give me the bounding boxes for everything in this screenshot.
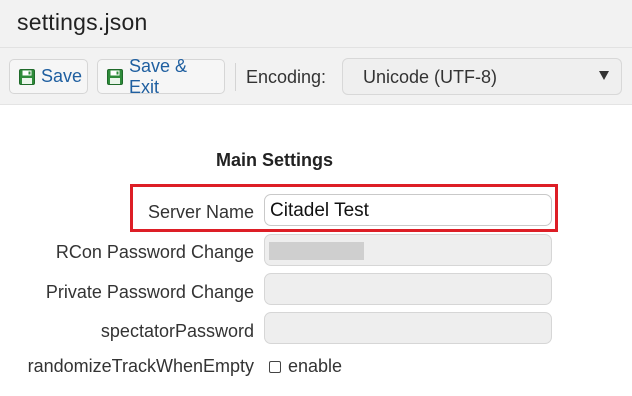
encoding-select[interactable]: Unicode (UTF-8) xyxy=(342,58,622,95)
spectator-password-input[interactable] xyxy=(264,312,552,344)
window-title: settings.json xyxy=(17,9,148,35)
save-button[interactable]: Save xyxy=(9,59,88,94)
save-and-exit-button-label: Save & Exit xyxy=(129,55,188,97)
toolbar-divider xyxy=(235,63,236,91)
private-password-label: Private Password Change xyxy=(45,282,254,302)
rcon-password-input[interactable] xyxy=(264,234,552,266)
floppy-disk-icon xyxy=(19,68,35,85)
save-button-label: Save xyxy=(41,66,83,86)
randomize-track-checkbox[interactable] xyxy=(269,360,281,373)
title-bar: settings.json xyxy=(0,0,632,47)
randomize-track-toggle[interactable]: enable xyxy=(269,356,342,377)
save-and-exit-button[interactable]: Save & Exit xyxy=(97,56,225,97)
highlight-box xyxy=(130,184,558,232)
randomize-track-label: randomizeTrackWhenEmpty xyxy=(27,356,254,376)
section-title: Main Settings xyxy=(216,150,334,170)
encoding-select-value: Unicode (UTF-8) xyxy=(363,67,498,87)
toolbar: Save Save & Exit Encoding: Unicode (UTF-… xyxy=(0,47,632,105)
encoding-label: Encoding: xyxy=(246,67,327,87)
private-password-input[interactable] xyxy=(264,273,552,305)
rcon-password-label: RCon Password Change xyxy=(55,242,254,262)
spectator-password-label: spectatorPassword xyxy=(100,321,254,341)
masked-password-value xyxy=(269,242,364,260)
randomize-track-checkbox-label: enable xyxy=(288,356,343,376)
floppy-disk-icon xyxy=(107,68,123,85)
dropdown-caret-icon xyxy=(599,71,609,80)
